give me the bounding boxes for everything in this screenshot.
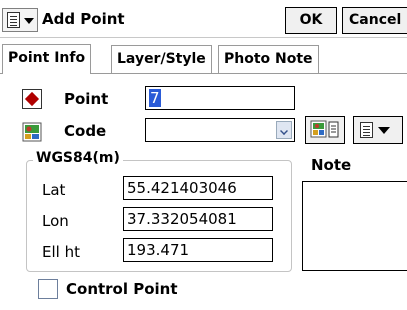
note-label: Note — [311, 156, 352, 174]
point-label: Point — [64, 90, 109, 108]
tab-photo-note[interactable]: Photo Note — [218, 45, 319, 73]
ell-ht-input[interactable]: 193.471 — [123, 238, 273, 262]
chevron-down-icon — [378, 127, 390, 134]
code-map-icon — [22, 122, 42, 142]
code-select[interactable] — [145, 118, 295, 142]
dropdown-arrow-icon[interactable] — [276, 121, 292, 139]
control-point-checkbox[interactable] — [38, 279, 58, 299]
tab-layer-style[interactable]: Layer/Style — [111, 45, 212, 73]
sheet-icon — [360, 122, 373, 138]
point-input[interactable]: 7 — [145, 86, 295, 110]
code-list-button[interactable] — [305, 116, 345, 144]
lat-label: Lat — [42, 181, 66, 199]
window-title: Add Point — [42, 10, 125, 28]
note-textarea[interactable] — [302, 181, 407, 271]
title-bar: Add Point OK Cancel — [0, 0, 407, 38]
sheet-icon — [7, 12, 20, 28]
control-point-label[interactable]: Control Point — [66, 280, 178, 298]
ok-button[interactable]: OK — [285, 7, 337, 34]
chevron-down-icon — [24, 18, 34, 24]
code-menu-button[interactable] — [353, 116, 403, 144]
point-value: 7 — [149, 89, 161, 107]
code-label: Code — [64, 122, 107, 140]
lon-input[interactable]: 37.332054081 — [123, 207, 273, 231]
lat-input[interactable]: 55.421403046 — [123, 176, 273, 200]
cancel-button[interactable]: Cancel — [342, 7, 407, 34]
tab-point-info[interactable]: Point Info — [2, 44, 92, 74]
menu-button[interactable] — [2, 8, 38, 32]
lon-label: Lon — [42, 212, 69, 230]
ell-ht-label: Ell ht — [42, 243, 80, 261]
coordinates-group-title: WGS84(m) — [33, 150, 123, 166]
code-list-icon — [310, 120, 339, 138]
point-diamond-icon — [22, 89, 42, 109]
